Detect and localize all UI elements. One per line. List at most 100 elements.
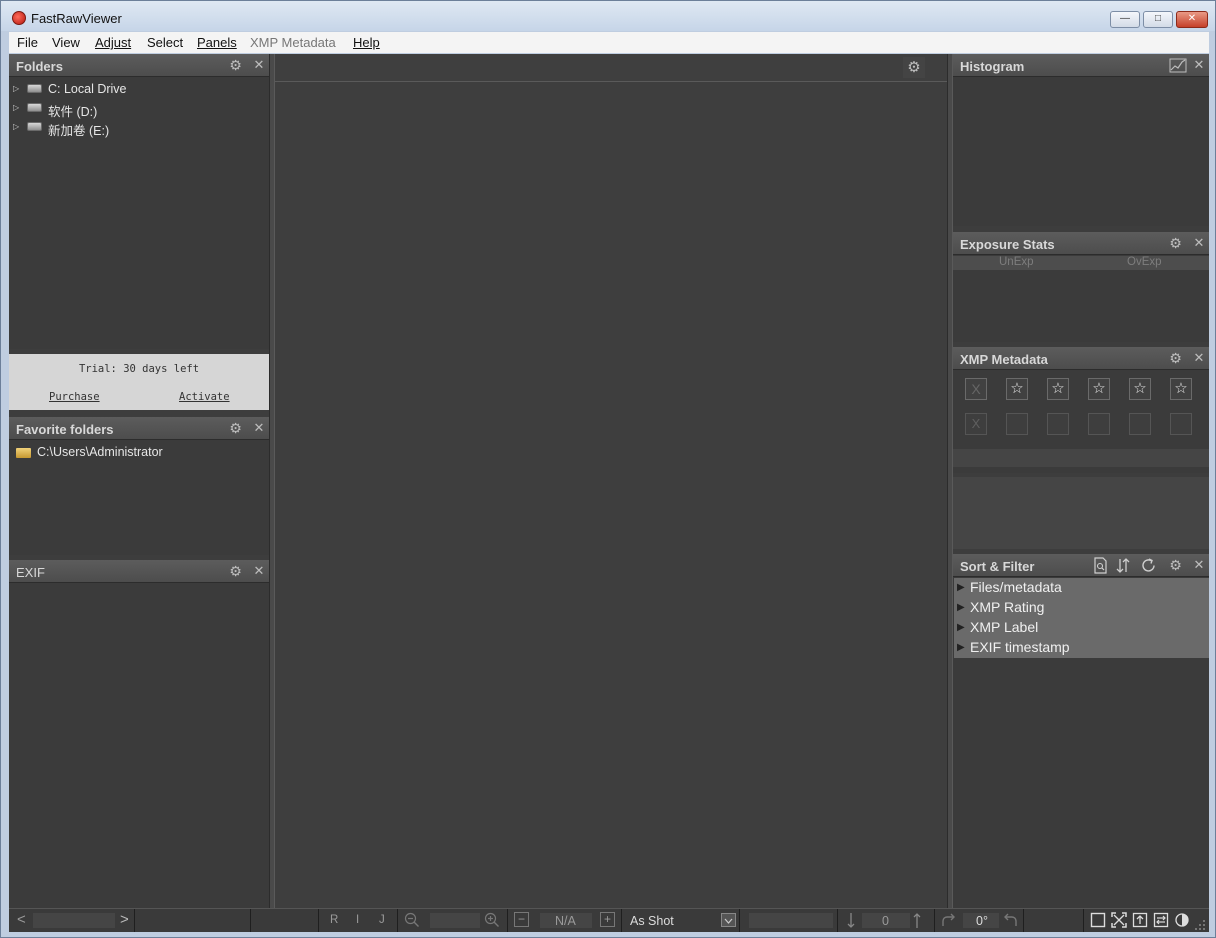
menu-help[interactable]: Help [353, 35, 380, 50]
menu-view[interactable]: View [52, 35, 80, 50]
exif-settings-icon[interactable]: ⚙ [228, 564, 243, 579]
sort-filter-item[interactable]: ▶ EXIF timestamp [954, 638, 1209, 658]
chevron-down-icon[interactable] [721, 913, 736, 927]
expand-icon[interactable]: ▶ [957, 582, 965, 593]
sort-filter-settings-icon[interactable]: ⚙ [1168, 558, 1183, 573]
rotate-right-icon[interactable] [940, 912, 958, 928]
rating-2-star-button[interactable]: ☆ [1047, 378, 1069, 400]
purchase-link[interactable]: Purchase [49, 391, 100, 403]
view-mode-cell [1084, 909, 1209, 932]
zoom-in-icon[interactable] [484, 912, 500, 928]
exposure-stats-title: Exposure Stats [960, 237, 1055, 252]
histogram-panel: Histogram ✕ [953, 54, 1209, 226]
expand-icon[interactable]: ▷ [13, 103, 19, 112]
exposure-value[interactable]: N/A [555, 914, 576, 928]
folder-icon [16, 448, 31, 458]
zoom-slider[interactable] [430, 913, 480, 928]
expand-icon[interactable]: ▶ [957, 602, 965, 613]
rating-1-star-button[interactable]: ☆ [1006, 378, 1028, 400]
image-toggle[interactable]: I [356, 914, 359, 926]
jpeg-toggle[interactable]: J [379, 914, 385, 926]
xmp-close-icon[interactable]: ✕ [1193, 350, 1205, 365]
rating-reject-button[interactable]: X [965, 378, 987, 400]
zoom-out-icon[interactable] [404, 912, 420, 928]
rating-4-star-button[interactable]: ☆ [1129, 378, 1151, 400]
status-bar: < > R I J − N/A + As Shot 0 0° [9, 908, 1209, 932]
next-image-button[interactable]: > [120, 911, 129, 928]
activate-link[interactable]: Activate [179, 391, 230, 403]
export-icon[interactable] [1132, 912, 1148, 928]
rotate-left-icon[interactable] [1001, 912, 1019, 928]
fullscreen-icon[interactable] [1111, 912, 1127, 928]
prev-image-button[interactable]: < [17, 911, 26, 928]
exposure-settings-icon[interactable]: ⚙ [1168, 236, 1183, 251]
histogram-chart-icon[interactable] [1169, 58, 1187, 73]
window-title: FastRawViewer [31, 11, 122, 26]
xmp-panel-header: XMP Metadata ⚙ ✕ [953, 347, 1209, 370]
file-search-icon[interactable] [1093, 557, 1108, 574]
exif-close-icon[interactable]: ✕ [253, 563, 265, 578]
menu-xmp-metadata[interactable]: XMP Metadata [250, 35, 336, 50]
close-button[interactable]: ✕ [1176, 11, 1208, 28]
menu-file[interactable]: File [17, 35, 38, 50]
restore-button[interactable]: □ [1143, 11, 1173, 28]
resize-grip-icon[interactable] [1195, 920, 1206, 931]
favorites-close-icon[interactable]: ✕ [253, 420, 265, 435]
expand-icon[interactable]: ▶ [957, 642, 965, 653]
favorites-panel: Favorite folders ⚙ ✕ C:\Users\Administra… [9, 417, 269, 555]
color-label-button[interactable] [1170, 413, 1192, 435]
decrease-button[interactable]: − [514, 912, 529, 927]
drive-icon [27, 84, 42, 93]
folders-settings-icon[interactable]: ⚙ [228, 58, 243, 73]
favorites-settings-icon[interactable]: ⚙ [228, 421, 243, 436]
sort-order-icon[interactable] [1115, 557, 1131, 574]
color-label-button[interactable] [1047, 413, 1069, 435]
sort-filter-label: XMP Label [970, 619, 1039, 635]
expand-icon[interactable]: ▷ [13, 122, 19, 131]
rotation-cell: 0° [935, 909, 1024, 932]
sort-filter-close-icon[interactable]: ✕ [1193, 557, 1205, 572]
status-cell [1024, 909, 1084, 932]
compare-icon[interactable] [1153, 912, 1169, 928]
rating-5-star-button[interactable]: ☆ [1170, 378, 1192, 400]
viewer-settings-icon[interactable]: ⚙ [903, 57, 925, 78]
increase-button[interactable]: + [600, 912, 615, 927]
menu-panels[interactable]: Panels [197, 35, 237, 50]
white-balance-select[interactable]: As Shot [630, 914, 674, 928]
xmp-description-field[interactable] [953, 449, 1209, 467]
refresh-icon[interactable] [1140, 557, 1157, 574]
color-label-button[interactable] [1006, 413, 1028, 435]
folders-close-icon[interactable]: ✕ [253, 57, 265, 72]
menu-adjust[interactable]: Adjust [95, 35, 131, 50]
histogram-close-icon[interactable]: ✕ [1193, 57, 1205, 72]
folders-panel: Folders ⚙ ✕ ▷ C: Local Drive ▷ 软件 (D:) ▷… [9, 54, 269, 349]
xmp-settings-icon[interactable]: ⚙ [1168, 351, 1183, 366]
favorites-panel-header: Favorite folders ⚙ ✕ [9, 417, 269, 440]
navigation-cell: < > [9, 909, 135, 932]
overexposure-icon[interactable] [1174, 912, 1190, 928]
raw-toggle[interactable]: R [330, 914, 338, 926]
exposure-close-icon[interactable]: ✕ [1193, 235, 1205, 250]
sort-filter-label: XMP Rating [970, 599, 1045, 615]
file-progress-bar[interactable] [33, 913, 115, 928]
rating-3-star-button[interactable]: ☆ [1088, 378, 1110, 400]
color-label-button[interactable] [1088, 413, 1110, 435]
menu-select[interactable]: Select [147, 35, 183, 50]
arrow-up-icon[interactable] [912, 912, 922, 929]
status-cell [135, 909, 251, 932]
expand-icon[interactable]: ▷ [13, 84, 19, 93]
sort-filter-item[interactable]: ▶ XMP Rating [954, 598, 1209, 618]
expand-icon[interactable]: ▶ [957, 622, 965, 633]
arrow-down-icon[interactable] [846, 912, 856, 929]
sort-filter-item[interactable]: ▶ Files/metadata [954, 578, 1209, 598]
client-area: Folders ⚙ ✕ ▷ C: Local Drive ▷ 软件 (D:) ▷… [9, 54, 1209, 932]
fit-frame-icon[interactable] [1090, 912, 1106, 928]
color-label-button[interactable] [1129, 413, 1151, 435]
counter-value: 0 [882, 914, 889, 928]
sort-filter-item[interactable]: ▶ XMP Label [954, 618, 1209, 638]
minimize-button[interactable]: — [1110, 11, 1140, 28]
label-clear-button[interactable]: X [965, 413, 987, 435]
image-view-area[interactable]: ⚙ [275, 54, 947, 908]
zoom-slider-cell [398, 909, 508, 932]
rotation-value: 0° [976, 914, 988, 928]
